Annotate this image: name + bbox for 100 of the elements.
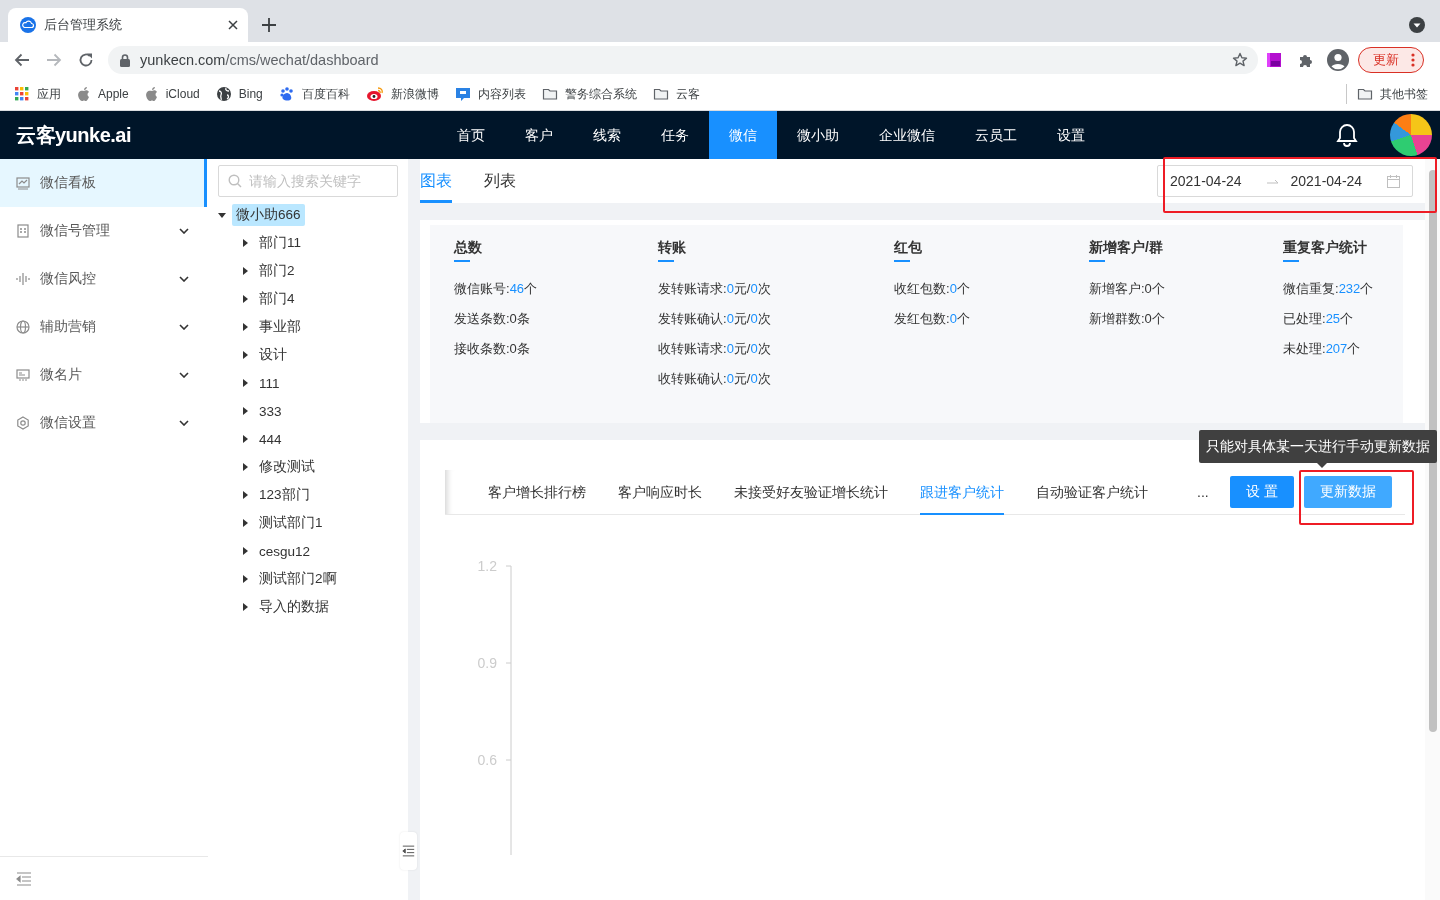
nav-tab[interactable]: 设置 [1037,111,1105,159]
title-underline [1089,260,1105,262]
stat-text: 发转账确认:0元/0次 [658,310,772,328]
tree-node[interactable]: 修改测试 [255,456,319,478]
sidebar-item[interactable]: 辅助营销 [0,303,207,351]
hexagon-icon [16,416,30,430]
title-underline [894,260,910,262]
tree-node[interactable]: 设计 [255,344,291,366]
report-tab[interactable]: 客户响应时长 [618,470,702,515]
puzzle-icon[interactable] [1298,52,1314,68]
caret-right-icon[interactable] [243,491,248,499]
bookmark[interactable]: 内容列表 [446,82,534,106]
caret-right-icon[interactable] [243,603,248,611]
lock-icon [120,53,130,67]
stat-text: 未处理:207个 [1283,340,1362,358]
stat-text: 已处理:25个 [1283,310,1355,328]
collapse-handle[interactable] [400,832,417,870]
tree-node[interactable]: 部门11 [255,232,305,254]
back-icon[interactable] [14,52,30,68]
nav-tab[interactable]: 客户 [505,111,573,159]
bookmark[interactable]: 应用 [6,82,69,106]
section-title: 重复客户统计 [1283,239,1368,255]
caret-down-icon[interactable] [218,212,226,218]
tree-node[interactable]: 111 [255,373,284,393]
date-range-field[interactable]: 2021-04-24 2021-04-24 [1157,165,1413,197]
report-tab[interactable]: 自动验证客户统计 [1036,470,1148,515]
report-tab[interactable]: 客户增长排行榜 [488,470,586,515]
close-icon[interactable] [228,20,238,30]
bell-icon[interactable] [1336,123,1358,147]
search-field[interactable]: 请输入搜索关键字 [218,165,398,197]
search-icon [228,174,242,188]
title-underline [454,260,470,262]
nav-tab[interactable]: 企业微信 [859,111,955,159]
tree-node[interactable]: 部门2 [255,260,299,282]
bookmark[interactable]: 新浪微博 [357,82,447,106]
caret-right-icon[interactable] [243,435,248,443]
caret-right-icon[interactable] [243,407,248,415]
section-title: 转账 [658,239,687,255]
extension-icon[interactable] [1266,52,1282,68]
address-bar[interactable]: yunkecn.com/cms/wechat/dashboard [108,46,1258,74]
caret-right-icon[interactable] [243,295,248,303]
browser-tab[interactable]: 后台管理系统 [8,8,248,42]
view-tab[interactable]: 列表 [484,159,516,203]
avatar[interactable] [1390,114,1432,156]
tree-node[interactable]: cesgu12 [255,541,315,561]
tree-node[interactable]: 444 [255,429,286,449]
caret-right-icon[interactable] [243,267,248,275]
tree-node[interactable]: 123部门 [255,484,314,506]
nav-tab[interactable]: 线索 [573,111,641,159]
bookmark[interactable]: Bing [207,82,271,106]
tree-node[interactable]: 测试部门2啊 [255,568,341,590]
caret-right-icon[interactable] [243,323,248,331]
bookmark[interactable]: 百度百科 [270,82,358,106]
nav-tab[interactable]: 微小助 [777,111,859,159]
logo: 云客yunke.ai [16,123,132,146]
caret-right-icon[interactable] [243,519,248,527]
caret-right-icon[interactable] [243,379,248,387]
section-title: 红包 [894,239,923,255]
section-title: 总数 [454,239,483,255]
bookmark[interactable]: Apple [69,82,137,106]
waveform-icon [16,272,30,286]
chart-icon [16,176,30,190]
apple-icon [77,86,91,102]
tree-node[interactable]: 部门4 [255,288,299,310]
tab-search-icon[interactable] [1408,16,1426,34]
menu-fold-icon[interactable] [16,871,32,886]
sidebar-item[interactable]: 微名片 [0,351,207,399]
tree-node[interactable]: 导入的数据 [255,596,333,618]
profile-icon[interactable] [1327,49,1349,71]
sidebar-item[interactable]: 微信号管理 [0,207,207,255]
report-tab[interactable]: 未接受好友验证增长统计 [734,470,888,515]
nav-tab[interactable]: 首页 [437,111,505,159]
more-tabs-button[interactable]: ... [1197,484,1209,500]
stat-text: 新增客户:0个 [1089,280,1166,298]
caret-right-icon[interactable] [243,351,248,359]
tree-node[interactable]: 事业部 [255,316,305,338]
caret-right-icon[interactable] [243,463,248,471]
bookmark[interactable]: 警务综合系统 [533,82,645,106]
sidebar-item[interactable]: 微信风控 [0,255,207,303]
caret-right-icon[interactable] [243,239,248,247]
tree-node[interactable]: 微小助666 [232,204,305,226]
tree-node[interactable]: 测试部门1 [255,512,327,534]
bookmark[interactable]: iCloud [136,82,208,106]
sidebar-item[interactable]: 微信看板 [0,159,207,207]
nav-tab[interactable]: 云员工 [955,111,1037,159]
star-icon[interactable] [1232,52,1248,68]
more-vertical-icon [1411,53,1415,67]
stat-text: 接收条数:0条 [454,340,531,358]
caret-right-icon[interactable] [243,575,248,583]
nav-tab[interactable]: 任务 [641,111,709,159]
reload-icon[interactable] [78,52,94,68]
caret-right-icon[interactable] [243,547,248,555]
tree-node[interactable]: 333 [255,401,286,421]
new-tab-icon[interactable] [262,18,276,32]
update-button[interactable]: 更新 [1358,47,1424,73]
section-title: 新增客户/群 [1089,239,1164,255]
bookmark[interactable]: 云客 [644,82,708,106]
sidebar-item[interactable]: 微信设置 [0,399,207,447]
bookmark-folder[interactable]: 其他书签 [1349,82,1440,106]
stat-text: 发红包数:0个 [894,310,971,328]
